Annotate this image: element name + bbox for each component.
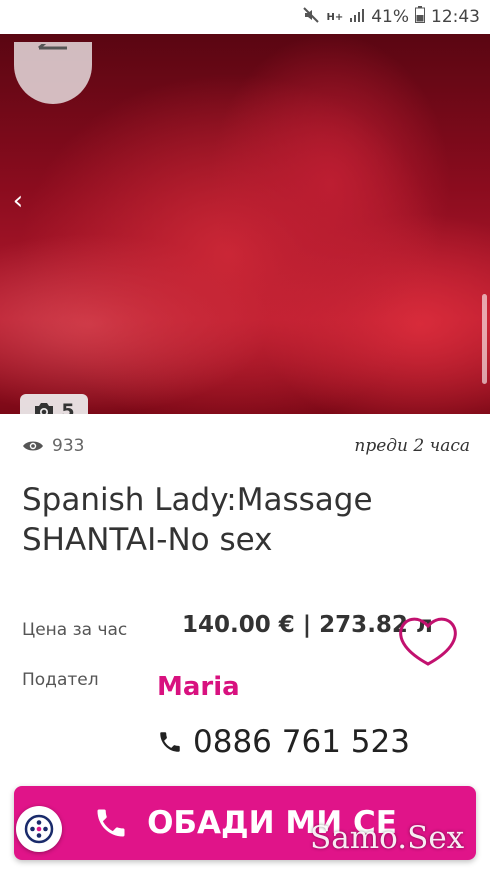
photo-gallery[interactable]: ‹ 5 <box>0 34 490 414</box>
chat-widget-button[interactable] <box>16 806 62 852</box>
price-label: Цена за час <box>22 620 128 640</box>
photo-count: 5 <box>61 400 75 414</box>
back-button[interactable] <box>14 42 92 104</box>
back-arrow-icon <box>38 44 67 50</box>
clock: 12:43 <box>431 7 480 27</box>
scrollbar[interactable] <box>482 294 487 384</box>
views: 933 <box>22 436 84 456</box>
battery-level: 41% <box>371 7 409 27</box>
views-count: 933 <box>52 436 85 456</box>
signal-icon <box>349 7 365 28</box>
posted-time: преди 2 часа <box>354 436 470 456</box>
mute-icon <box>302 6 320 29</box>
listing-title: Spanish Lady:Massage SHANTAI-No sex <box>22 482 373 558</box>
listing-meta: 933 преди 2 часа <box>22 432 470 460</box>
phone-link[interactable]: 0886 761 523 <box>157 724 410 760</box>
battery-icon <box>415 6 425 28</box>
seller-name[interactable]: Maria <box>157 672 240 702</box>
dots-menu-icon <box>24 814 54 844</box>
gallery-prev-arrow-icon[interactable]: ‹ <box>8 184 28 218</box>
phone-icon <box>97 809 125 837</box>
eye-icon <box>23 441 43 451</box>
seller-label: Подател <box>22 670 99 690</box>
phone-icon <box>160 732 180 752</box>
camera-icon <box>35 403 54 414</box>
favorite-heart-icon[interactable] <box>396 612 460 668</box>
phone-number: 0886 761 523 <box>193 724 410 760</box>
photo-count-badge[interactable]: 5 <box>20 394 88 414</box>
status-bar: H+ 41% 12:43 <box>0 0 490 34</box>
watermark: Samo.Sex <box>310 820 465 856</box>
network-type: H+ <box>326 11 344 23</box>
